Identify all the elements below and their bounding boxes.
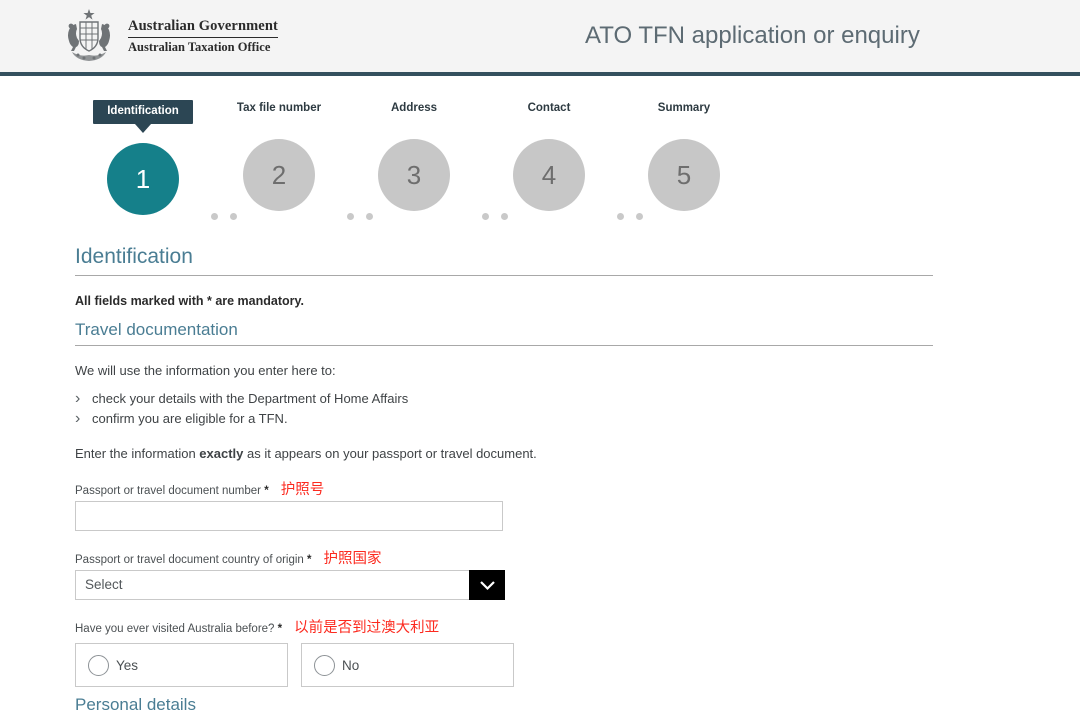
list-item: check your details with the Department o…: [75, 389, 933, 409]
label-text: Passport or travel document country of o…: [75, 554, 304, 566]
subsection-heading-travel-documentation: Travel documentation: [75, 320, 933, 346]
step-contact[interactable]: Contact 4: [481, 100, 617, 211]
label-row-passport-number: Passport or travel document number * 护照号: [75, 478, 933, 501]
step-circle-1: 1: [107, 143, 179, 215]
chevron-down-icon[interactable]: [469, 570, 505, 600]
agency-branding: Australian Government Australian Taxatio…: [58, 8, 278, 64]
radio-circle-yes[interactable]: [88, 655, 109, 676]
progress-stepper: Identification 1 Tax file number 2 Addre…: [75, 100, 1080, 245]
page-title: ATO TFN application or enquiry: [585, 22, 920, 50]
exactly-instruction: Enter the information exactly as it appe…: [75, 445, 933, 463]
annotation-country-of-origin: 护照国家: [324, 547, 382, 568]
exactly-emphasis: exactly: [199, 446, 243, 461]
mandatory-fields-note: All fields marked with * are mandatory.: [75, 294, 933, 308]
radio-label-no: No: [342, 658, 359, 673]
step-identification[interactable]: Identification 1: [75, 100, 211, 215]
country-of-origin-select[interactable]: Select: [75, 570, 505, 600]
subsection-heading-personal-details: Personal details: [75, 695, 933, 715]
exactly-prefix: Enter the information: [75, 446, 199, 461]
label-text: Passport or travel document number: [75, 485, 261, 497]
step-label-identification: Identification: [93, 100, 193, 124]
step-connector-3: [482, 213, 508, 220]
radio-option-no[interactable]: No: [301, 643, 514, 687]
section-heading-identification: Identification: [75, 245, 933, 276]
required-asterisk: *: [264, 485, 268, 497]
exactly-suffix: as it appears on your passport or travel…: [243, 446, 536, 461]
purpose-list: check your details with the Department o…: [75, 389, 933, 429]
step-circle-5: 5: [648, 139, 720, 211]
field-passport-number: Passport or travel document number * 护照号: [75, 478, 933, 531]
annotation-visited-australia: 以前是否到过澳大利亚: [294, 616, 439, 637]
step-tax-file-number[interactable]: Tax file number 2: [211, 100, 347, 211]
step-summary[interactable]: Summary 5: [616, 100, 752, 211]
australian-coat-of-arms-icon: [58, 8, 120, 64]
label-row-visited-australia: Have you ever visited Australia before? …: [75, 616, 933, 639]
main-content: Identification All fields marked with * …: [75, 245, 933, 715]
annotation-passport-number: 护照号: [281, 478, 325, 499]
radio-label-yes: Yes: [116, 658, 138, 673]
radio-circle-no[interactable]: [314, 655, 335, 676]
radio-option-yes[interactable]: Yes: [75, 643, 288, 687]
field-country-of-origin: Passport or travel document country of o…: [75, 547, 933, 600]
step-label-summary: Summary: [616, 100, 752, 116]
list-item: confirm you are eligible for a TFN.: [75, 409, 933, 429]
label-visited-australia: Have you ever visited Australia before? …: [75, 623, 282, 635]
visited-australia-options: Yes No: [75, 643, 933, 687]
agency-line-1: Australian Government: [128, 18, 278, 37]
agency-line-2: Australian Taxation Office: [128, 38, 278, 55]
agency-name: Australian Government Australian Taxatio…: [128, 18, 278, 55]
step-label-tax-file-number: Tax file number: [211, 100, 347, 116]
step-connector-2: [347, 213, 373, 220]
required-asterisk: *: [278, 623, 282, 635]
label-country-of-origin: Passport or travel document country of o…: [75, 554, 312, 566]
chevron-down-glyph: [479, 580, 496, 591]
field-visited-australia: Have you ever visited Australia before? …: [75, 616, 933, 687]
required-asterisk: *: [307, 554, 311, 566]
label-passport-number: Passport or travel document number *: [75, 485, 269, 497]
passport-number-input[interactable]: [75, 501, 503, 531]
intro-text: We will use the information you enter he…: [75, 362, 933, 380]
country-of-origin-selected-value: Select: [75, 570, 505, 600]
step-circle-3: 3: [378, 139, 450, 211]
page-header: Australian Government Australian Taxatio…: [0, 0, 1080, 76]
step-connector-1: [211, 213, 237, 220]
label-text: Have you ever visited Australia before?: [75, 623, 274, 635]
label-row-country-of-origin: Passport or travel document country of o…: [75, 547, 933, 570]
step-label-address: Address: [346, 100, 482, 116]
step-label-contact: Contact: [481, 100, 617, 116]
step-connector-4: [617, 213, 643, 220]
step-circle-2: 2: [243, 139, 315, 211]
step-address[interactable]: Address 3: [346, 100, 482, 211]
step-circle-4: 4: [513, 139, 585, 211]
